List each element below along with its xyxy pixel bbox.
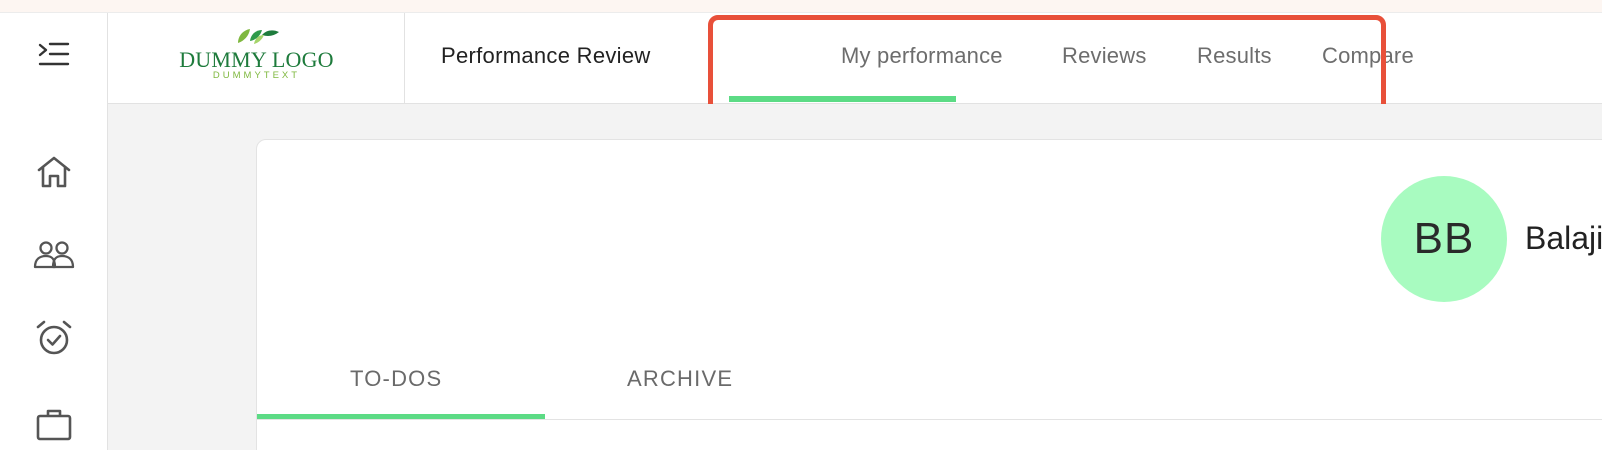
- logo[interactable]: DUMMY LOGO DUMMYTEXT: [108, 13, 405, 103]
- people-icon: [33, 241, 75, 269]
- subtab-divider: [257, 419, 1602, 420]
- avatar[interactable]: BB: [1381, 176, 1507, 302]
- top-header: DUMMY LOGO DUMMYTEXT Performance Review …: [108, 13, 1602, 104]
- tab-results[interactable]: Results: [1197, 43, 1272, 69]
- sidebar: [0, 13, 108, 450]
- menu-expand-icon: [38, 42, 70, 66]
- alarm-check-icon: [36, 320, 72, 355]
- tab-todos[interactable]: TO-DOS: [350, 366, 442, 392]
- active-tab-indicator: [729, 96, 956, 102]
- user-name: Balaji: [1525, 220, 1602, 256]
- sidebar-item-work[interactable]: [29, 399, 79, 449]
- sidebar-item-people[interactable]: [29, 230, 79, 280]
- menu-expand-button[interactable]: [29, 29, 79, 79]
- profile-card: BB Balaji TO-DOS ARCHIVE: [256, 139, 1602, 450]
- tab-my-performance[interactable]: My performance: [841, 43, 1003, 69]
- leaf-logo-icon: [238, 29, 279, 44]
- tab-reviews[interactable]: Reviews: [1062, 43, 1147, 69]
- top-strip: [0, 0, 1602, 13]
- main-content: BB Balaji TO-DOS ARCHIVE: [108, 104, 1602, 450]
- sidebar-item-reminders[interactable]: [29, 313, 79, 363]
- logo-subtext: DUMMYTEXT: [212, 70, 301, 81]
- tab-archive[interactable]: ARCHIVE: [627, 366, 733, 392]
- sidebar-item-home[interactable]: [29, 147, 79, 197]
- tab-compare[interactable]: Compare: [1322, 43, 1414, 69]
- app-title: Performance Review: [441, 43, 651, 68]
- briefcase-icon: [36, 409, 72, 441]
- home-icon: [37, 156, 71, 188]
